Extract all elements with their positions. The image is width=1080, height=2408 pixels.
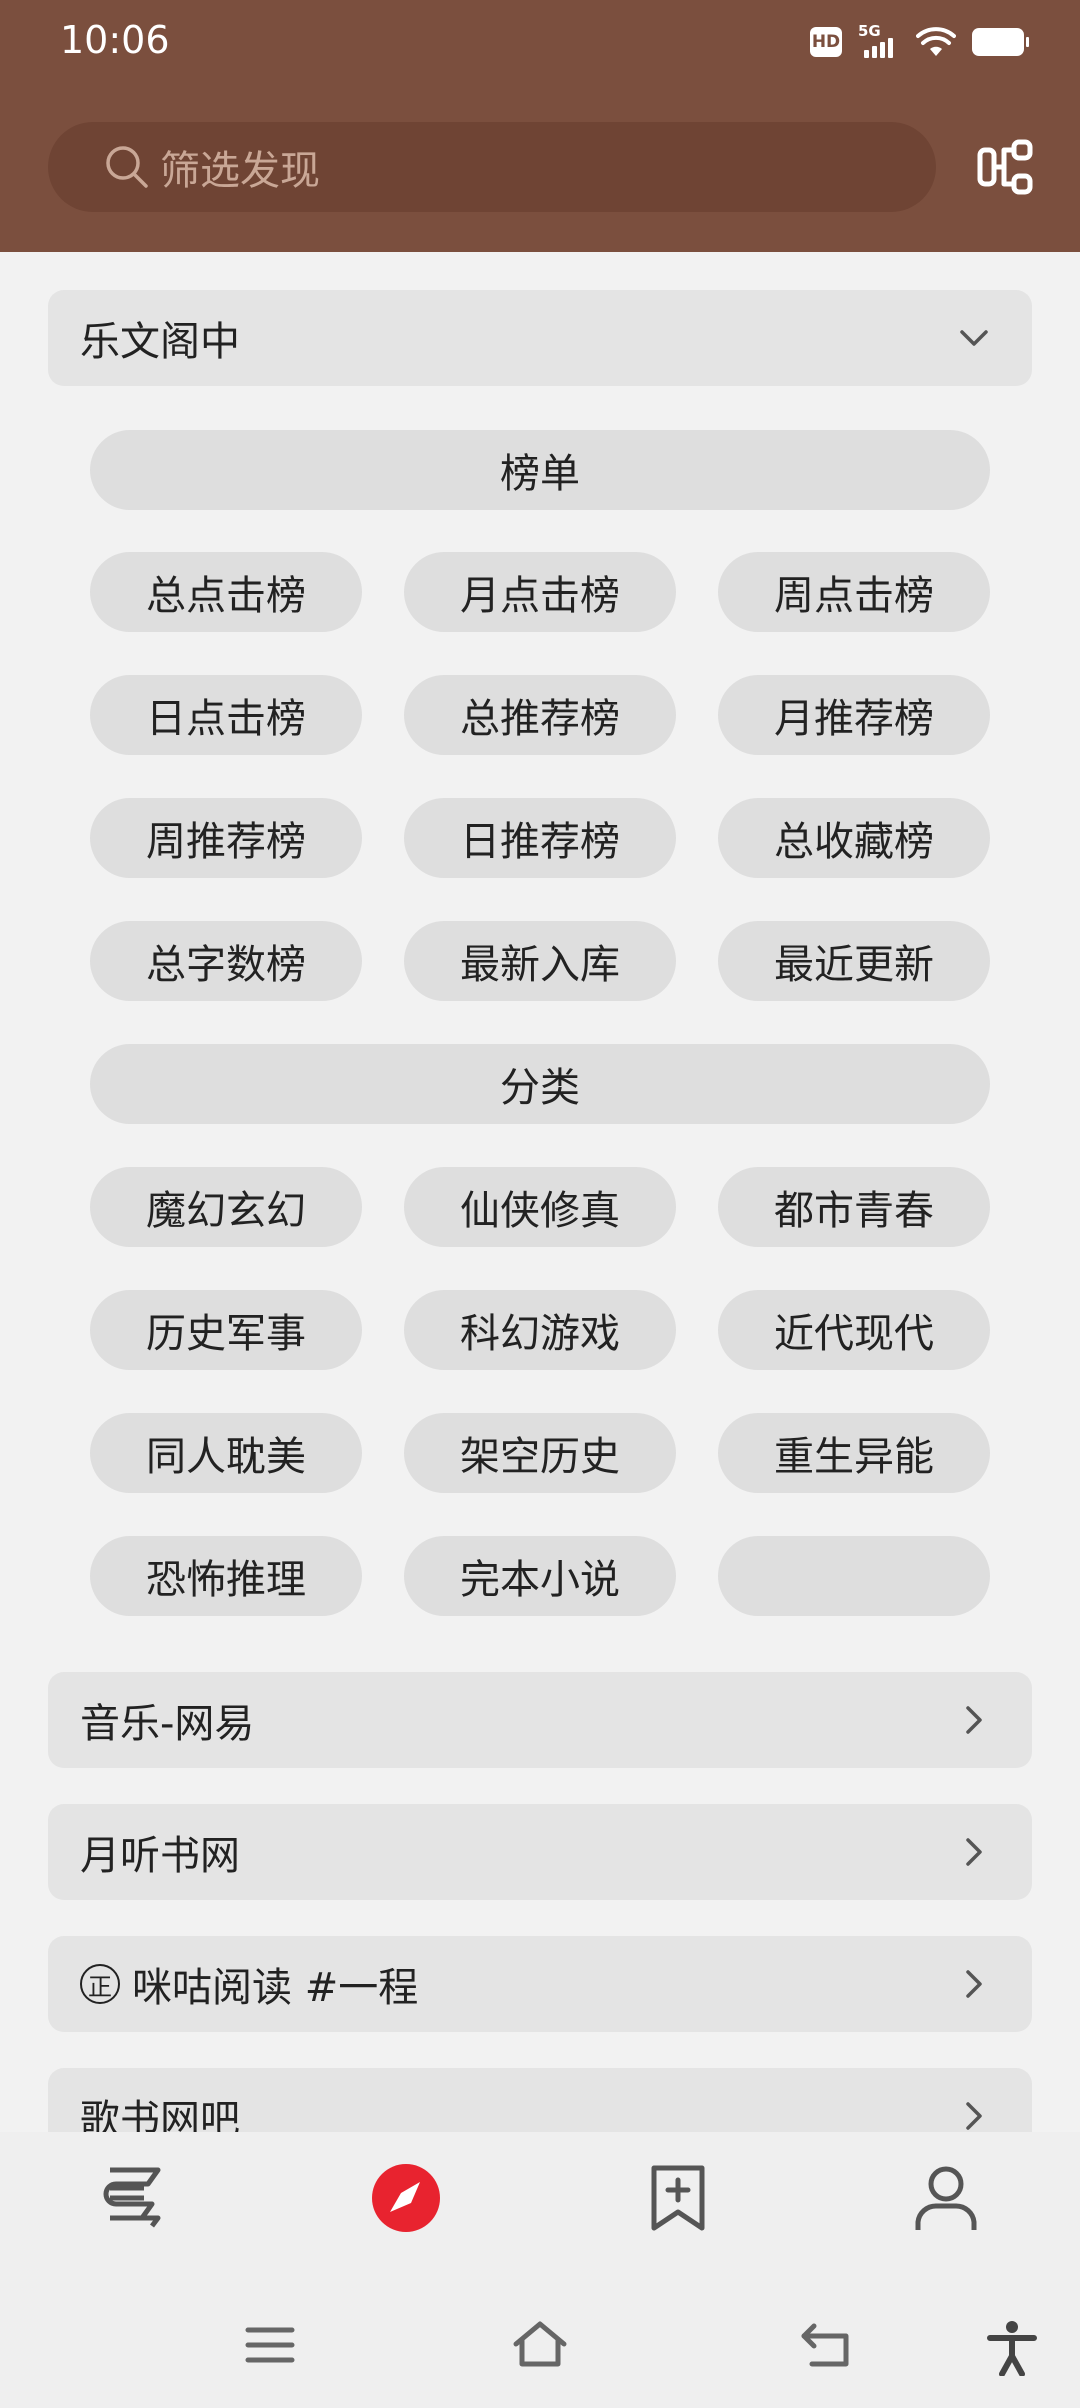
- back-icon[interactable]: [798, 2320, 852, 2370]
- explore-item[interactable]: 最近更新: [718, 921, 990, 1001]
- bookshelf-icon[interactable]: [96, 2160, 172, 2236]
- explore-item[interactable]: 日推荐榜: [404, 798, 676, 878]
- hd-icon: HD: [810, 27, 842, 57]
- source-title: 咪咕阅读 #一程: [132, 1965, 419, 2011]
- explore-item[interactable]: 恐怖推理: [90, 1536, 362, 1616]
- explore-item[interactable]: 月点击榜: [404, 552, 676, 632]
- explore-item-empty[interactable]: [718, 1536, 990, 1616]
- source-title: 月听书网: [80, 1833, 240, 1879]
- explore-item[interactable]: 总字数榜: [90, 921, 362, 1001]
- group-header-category: 分类: [90, 1044, 990, 1124]
- explore-item[interactable]: 仙侠修真: [404, 1167, 676, 1247]
- wifi-icon: [916, 27, 956, 56]
- bottom-nav: [0, 2132, 1080, 2282]
- explore-item[interactable]: 历史军事: [90, 1290, 362, 1370]
- discover-list[interactable]: 乐文阁中 榜单 总点击榜 月点击榜 周点击榜 日点击榜 总推荐榜 月推荐榜 周推…: [0, 252, 1080, 2132]
- explore-item[interactable]: 魔幻玄幻: [90, 1167, 362, 1247]
- search-icon: [106, 146, 148, 188]
- network-label: 5G: [858, 22, 881, 40]
- system-nav-bar: [0, 2282, 1080, 2408]
- group-header-ranking: 榜单: [90, 430, 990, 510]
- explore-item[interactable]: 科幻游戏: [404, 1290, 676, 1370]
- subscription-bookmark-icon[interactable]: [640, 2160, 716, 2236]
- app-header: 10:06 HD 5G 筛选发现: [0, 0, 1080, 252]
- explore-item[interactable]: 最新入库: [404, 921, 676, 1001]
- explore-item[interactable]: 总收藏榜: [718, 798, 990, 878]
- menu-icon[interactable]: [244, 2320, 296, 2370]
- home-icon[interactable]: [512, 2320, 568, 2370]
- explore-item[interactable]: 总推荐榜: [404, 675, 676, 755]
- explore-item[interactable]: 同人耽美: [90, 1413, 362, 1493]
- search-input[interactable]: 筛选发现: [48, 122, 936, 212]
- explore-item[interactable]: 日点击榜: [90, 675, 362, 755]
- status-time: 10:06: [60, 18, 170, 62]
- explore-item[interactable]: 完本小说: [404, 1536, 676, 1616]
- explore-item[interactable]: 周点击榜: [718, 552, 990, 632]
- chevron-right-icon: [966, 2102, 982, 2130]
- explore-item[interactable]: 重生异能: [718, 1413, 990, 1493]
- status-bar: 10:06 HD 5G: [0, 0, 1080, 84]
- official-badge: 正: [80, 1964, 120, 2004]
- accessibility-icon[interactable]: [986, 2320, 1038, 2376]
- source-header-music-netease[interactable]: 音乐-网易: [48, 1672, 1032, 1768]
- search-placeholder: 筛选发现: [160, 148, 320, 194]
- source-header-yueting[interactable]: 月听书网: [48, 1804, 1032, 1900]
- chevron-down-icon: [960, 330, 988, 346]
- explore-item[interactable]: 近代现代: [718, 1290, 990, 1370]
- source-title: 歌书网吧: [80, 2097, 240, 2132]
- explore-item[interactable]: 总点击榜: [90, 552, 362, 632]
- source-title: 乐文阁中: [80, 319, 240, 365]
- chevron-right-icon: [966, 1706, 982, 1734]
- explore-item[interactable]: 月推荐榜: [718, 675, 990, 755]
- discover-compass-icon[interactable]: [368, 2160, 444, 2236]
- status-icons: HD 5G: [810, 22, 1029, 62]
- battery-icon: [972, 28, 1029, 56]
- source-header-migu[interactable]: 正 咪咕阅读 #一程: [48, 1936, 1032, 2032]
- source-header-geshu[interactable]: 歌书网吧: [48, 2068, 1032, 2132]
- source-header-lewenge[interactable]: 乐文阁中: [48, 290, 1032, 386]
- chevron-right-icon: [966, 1970, 982, 1998]
- source-manage-icon[interactable]: [974, 136, 1038, 200]
- signal-5g-icon: 5G: [858, 24, 900, 60]
- chevron-right-icon: [966, 1838, 982, 1866]
- profile-icon[interactable]: [908, 2160, 984, 2236]
- explore-item[interactable]: 周推荐榜: [90, 798, 362, 878]
- source-title: 音乐-网易: [80, 1701, 255, 1747]
- explore-item[interactable]: 都市青春: [718, 1167, 990, 1247]
- explore-item[interactable]: 架空历史: [404, 1413, 676, 1493]
